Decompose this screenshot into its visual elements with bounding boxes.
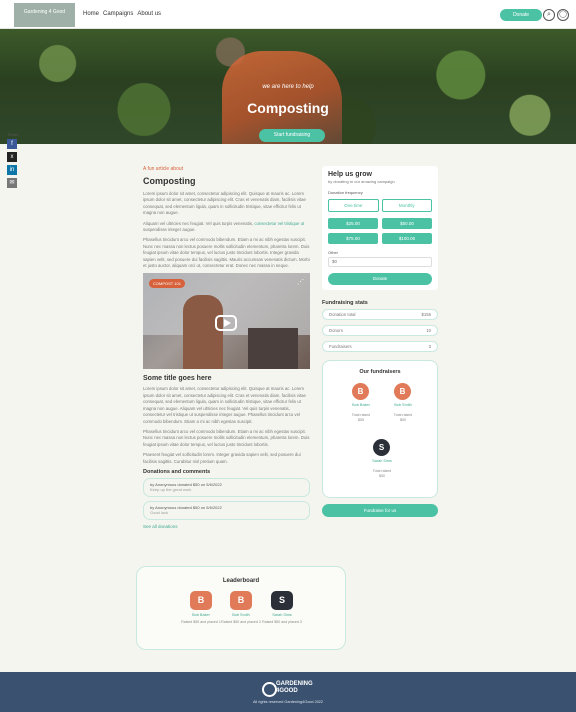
inline-link[interactable]: consectetur vel tristique ut — [254, 221, 304, 226]
article: A fun article about Composting Lorem ips… — [143, 166, 310, 529]
video-person — [183, 295, 223, 370]
leaderboard-name[interactable]: Bob Baker — [181, 613, 221, 617]
donate-card: Help us grow by donating to our amazing … — [322, 166, 438, 290]
donate-button[interactable]: Donate — [328, 273, 432, 285]
donations-title: Donations and comments — [143, 468, 211, 475]
fundraiser-raised-label: Total raised — [393, 413, 413, 417]
site-header: Gardening 4 Good Home Campaigns About us… — [0, 0, 576, 29]
help-subtitle: by donating to our amazing campaign — [328, 179, 395, 184]
stat-label: Donors — [329, 328, 343, 333]
share-icon[interactable]: ⋰ — [297, 278, 304, 286]
leaderboard-title: Leaderboard — [222, 578, 260, 584]
paragraph-text: suspendisse integer augue. — [143, 227, 196, 233]
paragraph-text: Aliquam vel ultricies nec feugiat. Vel q… — [143, 220, 255, 226]
start-fundraising-button[interactable]: Start fundraising — [259, 129, 325, 142]
frequency-one-time[interactable]: One time — [328, 199, 379, 212]
video-player[interactable]: COMPOST 101 ⋰ — [143, 273, 310, 370]
stat-value: 10 — [426, 328, 431, 333]
share-label: Share — [7, 132, 19, 137]
fundraiser-raised-label: Total raised — [351, 413, 371, 417]
amount-button[interactable]: $50.00 — [382, 218, 432, 229]
donation-sidebar: Help us grow by donating to our amazing … — [322, 166, 438, 517]
leaderboard-name[interactable]: Sarah Sims — [262, 613, 302, 617]
share-bar: Share f x in ✉ — [7, 132, 19, 191]
article-kicker: A fun article about — [143, 166, 184, 172]
fundraiser-raised-amount: $50 — [379, 474, 385, 478]
fundraiser-avatar[interactable]: B — [394, 383, 411, 400]
article-paragraph: Phasellus tincidunt arcu vel commodo bib… — [143, 237, 310, 269]
stat-row: Fundraisers 3 — [322, 341, 438, 352]
site-footer: GARDENING 4GOOD All rights reserved Gard… — [0, 672, 576, 712]
nav-item-campaigns[interactable]: Campaigns — [103, 10, 133, 18]
frequency-monthly[interactable]: Monthly — [381, 199, 432, 212]
donation-comment: Good luck — [150, 510, 169, 516]
frequency-label: Donation frequency — [328, 190, 363, 195]
article-paragraph: Phasellus tincidunt arcu vel commodo bib… — [143, 428, 310, 447]
fundraisers-box: Our fundraisers B Bob Baker Total raised… — [322, 360, 438, 498]
article-paragraph: Praesent feugiat vel sollicitudin lorem.… — [143, 452, 301, 464]
amount-options: $25.00 $50.00 $75.00 $100.00 — [328, 218, 432, 244]
hero-title: Composting — [247, 100, 329, 116]
stats-title: Fundraising stats — [322, 300, 368, 306]
article-title: Composting — [143, 176, 196, 186]
stat-value: $155 — [421, 312, 431, 317]
video-channel-badge: COMPOST 101 — [149, 279, 185, 289]
article-paragraph: Lorem ipsum dolor sit amet, consectetur … — [143, 386, 306, 424]
article-paragraph: Lorem ipsum dolor sit amet, consectetur … — [143, 191, 306, 216]
stat-row: Donors 10 — [322, 325, 438, 336]
footer-logo[interactable]: GARDENING 4GOOD — [262, 681, 318, 697]
leaderboard-avatar[interactable]: B — [190, 591, 212, 610]
play-icon[interactable] — [215, 315, 237, 332]
user-icon[interactable]: ◯ — [557, 9, 569, 21]
donation-comment: Keep up the great work — [150, 487, 192, 493]
fundraiser-name[interactable]: Bob Baker — [341, 403, 381, 407]
nav-item-about[interactable]: About us — [137, 10, 161, 18]
header-donate-button[interactable]: Donate — [500, 9, 542, 21]
article-paragraph: Aliquam vel ultricies nec feugiat. Vel q… — [143, 221, 310, 234]
linkedin-icon[interactable]: in — [7, 165, 17, 175]
see-all-donations-link[interactable]: See all donations — [143, 524, 310, 529]
amount-button[interactable]: $75.00 — [328, 233, 378, 244]
help-title: Help us grow — [328, 171, 372, 178]
nav-item-home[interactable]: Home — [83, 10, 99, 18]
fundraiser-raised-label: Total raised — [372, 469, 392, 473]
twitter-icon[interactable]: x — [7, 152, 17, 162]
facebook-icon[interactable]: f — [7, 139, 17, 149]
donation-item: by Anonymous donated $50 on 5/6/2022 Goo… — [143, 500, 310, 520]
leaderboard-raised: Raised $50 and placed 2 — [221, 620, 261, 624]
section-title: Some title goes here — [143, 375, 212, 383]
fundraiser-raised-amount: $55 — [358, 418, 364, 422]
fundraisers-title: Our fundraisers — [359, 369, 401, 375]
fundraiser-avatar[interactable]: B — [352, 383, 369, 400]
stat-row: Donation total $155 — [322, 309, 438, 320]
donation-item: by Anonymous donated $50 on 5/6/2022 Kee… — [143, 477, 310, 497]
site-logo[interactable]: Gardening 4 Good — [14, 3, 75, 27]
leaderboard-avatar[interactable]: B — [230, 591, 252, 610]
other-amount-input[interactable]: $0 — [328, 257, 432, 267]
main-nav: Home Campaigns About us — [83, 10, 161, 18]
leaderboard: Leaderboard B Bob Baker Raised $55 and p… — [136, 566, 346, 650]
stat-label: Fundraisers — [329, 344, 352, 349]
leaderboard-avatar[interactable]: S — [271, 591, 293, 610]
fundraiser-name[interactable]: Sarah Sims — [362, 459, 402, 463]
hero-subtitle: we are here to help — [262, 84, 314, 90]
hero-banner: we are here to help Composting Start fun… — [0, 29, 576, 144]
amount-button[interactable]: $100.00 — [382, 233, 432, 244]
frequency-toggle: One time Monthly — [328, 199, 432, 212]
leaderboard-raised: Raised $50 and placed 3 — [262, 620, 302, 624]
stat-label: Donation total — [329, 312, 356, 317]
email-icon[interactable]: ✉ — [7, 178, 17, 188]
fundraise-for-us-button[interactable]: Fundraise for us — [322, 504, 438, 517]
footer-copyright: All rights reserved Gardening4Good 2022 — [252, 700, 324, 704]
leaderboard-name[interactable]: Bob Smith — [221, 613, 261, 617]
fundraiser-avatar[interactable]: S — [373, 439, 390, 456]
other-amount-label: Other — [328, 250, 339, 255]
fundraiser-name[interactable]: Bob Smith — [383, 403, 423, 407]
stat-value: 3 — [428, 344, 431, 349]
video-chair — [248, 328, 298, 370]
amount-button[interactable]: $25.00 — [328, 218, 378, 229]
fundraiser-raised-amount: $50 — [400, 418, 406, 422]
search-icon[interactable]: ⌕ — [543, 9, 555, 21]
leaderboard-raised: Raised $55 and placed 1 — [181, 620, 221, 624]
